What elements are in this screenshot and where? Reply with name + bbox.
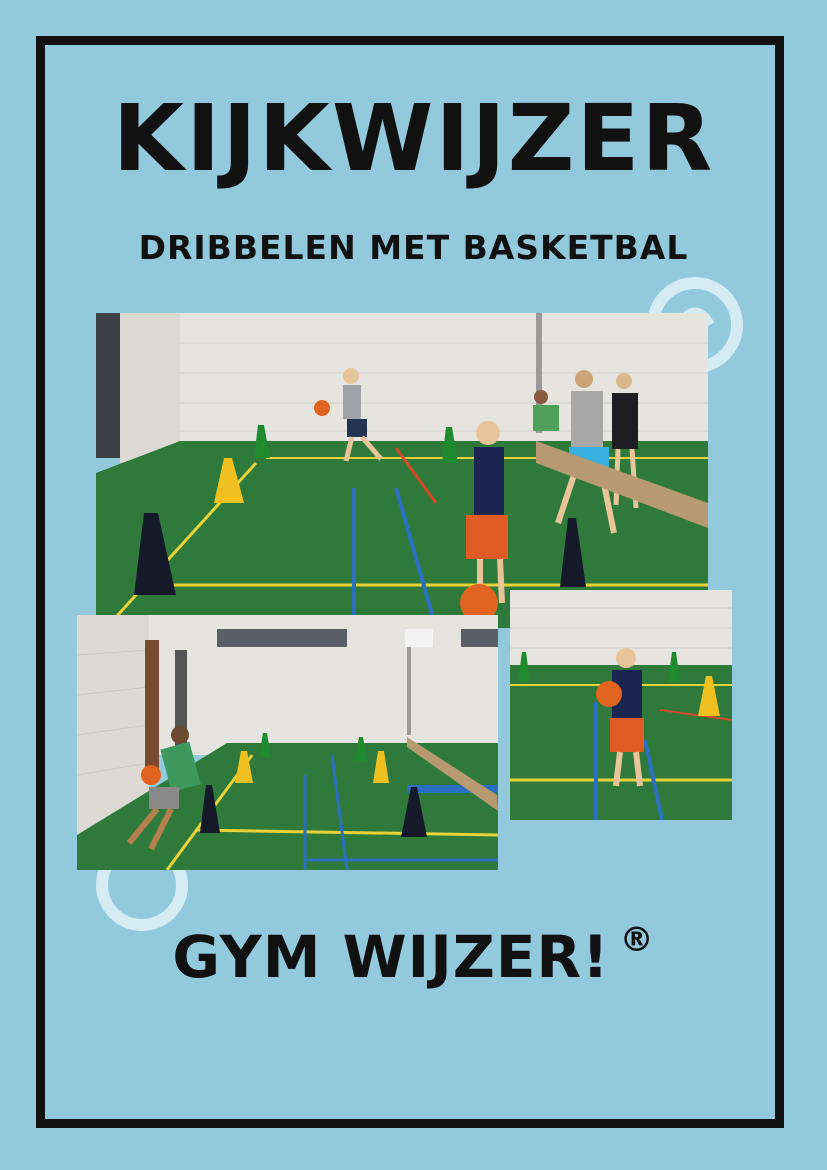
- registered-mark: ®: [619, 920, 655, 960]
- page-title: KIJKWIJZER: [112, 85, 715, 192]
- brand-footer: GYM WIJZER! ®: [0, 920, 827, 991]
- page-subtitle: DRIBBELEN MET BASKETBAL: [138, 228, 689, 267]
- brand-name: GYM WIJZER!: [172, 923, 610, 991]
- photo-dribbling-cones: [96, 313, 708, 628]
- photo-sprint-dribble: [77, 615, 498, 870]
- photo-low-dribble: [510, 590, 732, 820]
